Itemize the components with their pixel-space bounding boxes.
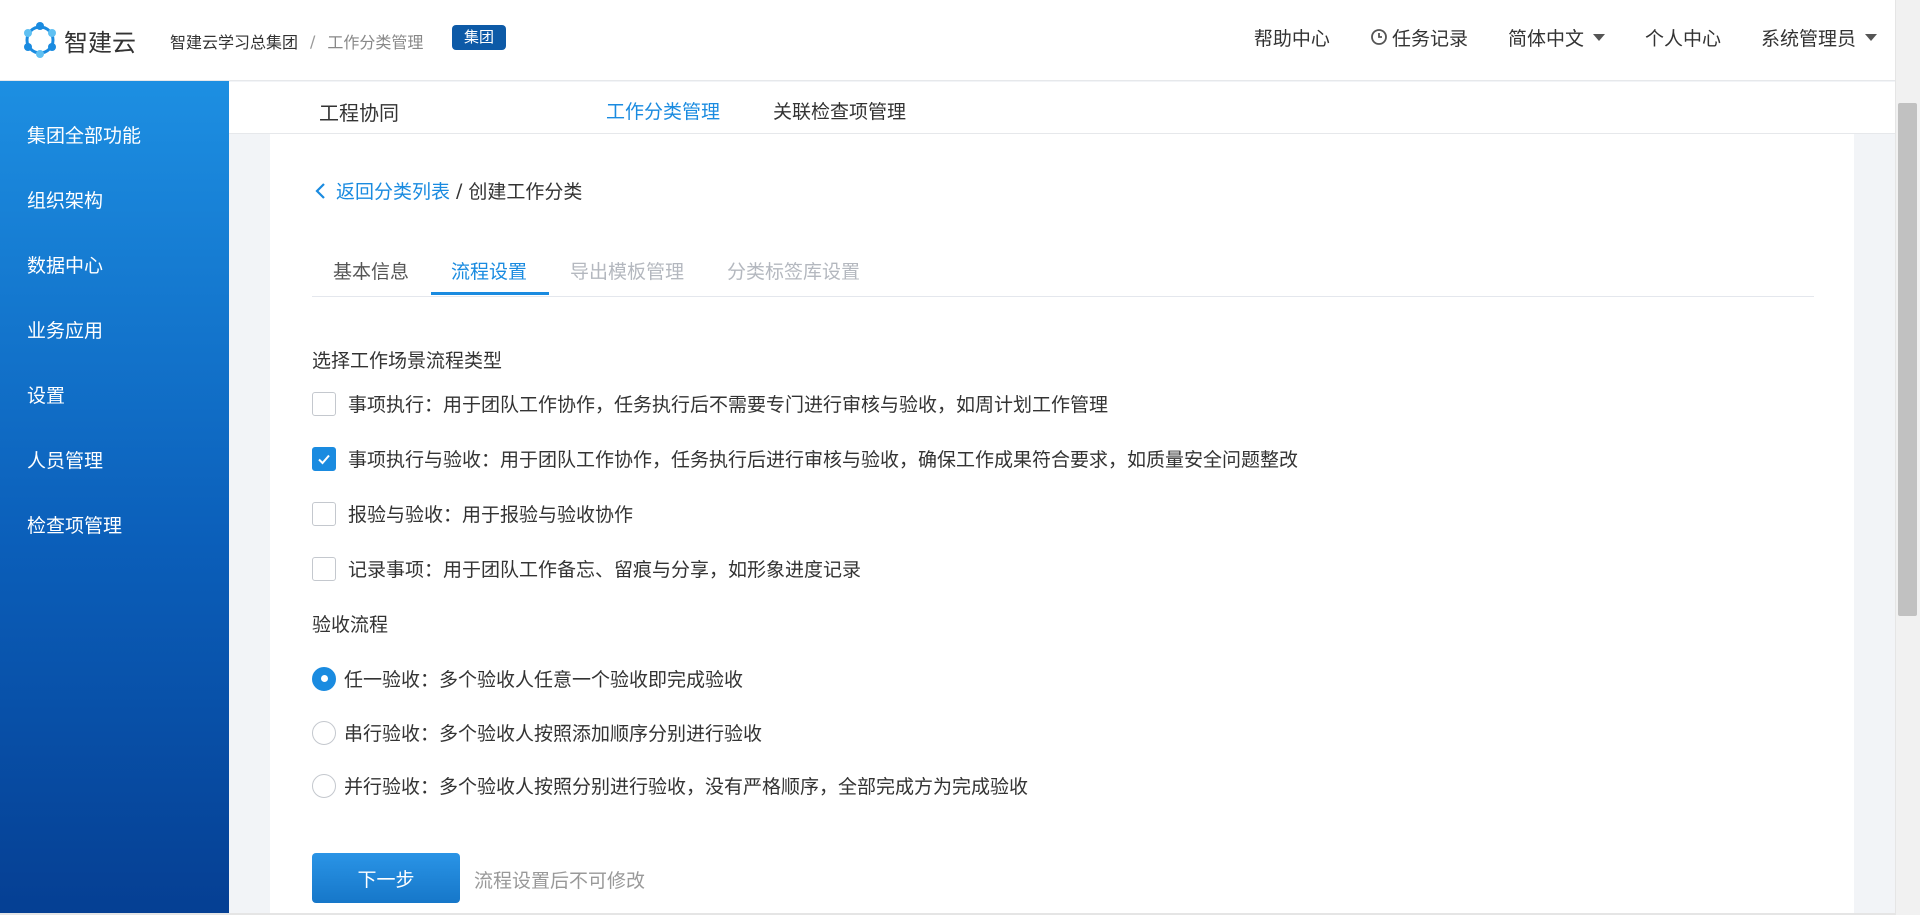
sidebar-item-all-functions[interactable]: 集团全部功能 xyxy=(27,121,141,148)
sidebar-item-business-apps[interactable]: 业务应用 xyxy=(27,316,103,343)
active-tab-indicator xyxy=(431,292,549,295)
header-breadcrumb: 智建云学习总集团 / 工作分类管理 xyxy=(170,29,423,53)
help-center-link[interactable]: 帮助中心 xyxy=(1254,24,1330,51)
chevron-left-icon[interactable] xyxy=(314,182,328,200)
flow-option-inspection[interactable]: 报验与验收：用于报验与验收协作 xyxy=(312,500,633,527)
flow-lock-hint: 流程设置后不可修改 xyxy=(474,870,646,892)
flow-option-record[interactable]: 记录事项：用于团队工作备忘、留痕与分享，如形象进度记录 xyxy=(312,555,861,582)
acceptance-option-parallel[interactable]: 并行验收：多个验收人按照分别进行验收，没有严格顺序，全部完成方为完成验收 xyxy=(312,772,1028,799)
task-records-link[interactable]: 任务记录 xyxy=(1370,24,1468,51)
checkmark-icon xyxy=(318,454,330,464)
tab-basic-info[interactable]: 基本信息 xyxy=(333,257,409,284)
sidebar-item-check-items[interactable]: 检查项管理 xyxy=(27,511,122,538)
sidebar-item-settings[interactable]: 设置 xyxy=(27,381,65,408)
app-logo[interactable]: 智建云 xyxy=(20,18,136,62)
radio[interactable] xyxy=(312,720,336,745)
logo-text: 智建云 xyxy=(64,28,136,57)
logo-icon xyxy=(24,22,56,58)
acceptance-option-serial[interactable]: 串行验收：多个验收人按照添加顺序分别进行验收 xyxy=(312,719,762,746)
group-badge: 集团 xyxy=(452,25,507,50)
chevron-down-icon xyxy=(1592,33,1605,41)
breadcrumb-page: 工作分类管理 xyxy=(327,33,424,52)
sidebar-item-personnel[interactable]: 人员管理 xyxy=(27,446,103,473)
checkbox-checked[interactable] xyxy=(312,446,336,471)
flow-type-label: 选择工作场景流程类型 xyxy=(312,350,503,372)
tab-flow-settings[interactable]: 流程设置 xyxy=(451,257,527,284)
back-to-list-link[interactable]: 返回分类列表 xyxy=(336,177,450,204)
radio[interactable] xyxy=(312,773,336,798)
page-scrollbar-thumb[interactable] xyxy=(1898,103,1917,616)
top-header: 智建云 智建云学习总集团 / 工作分类管理 集团 帮助中心 任务记录 简体中文 … xyxy=(0,0,1895,81)
clock-icon xyxy=(1371,29,1387,45)
tab-tag-library[interactable]: 分类标签库设置 xyxy=(727,257,860,284)
tab-export-templates[interactable]: 导出模板管理 xyxy=(570,257,684,284)
language-dropdown[interactable]: 简体中文 xyxy=(1508,24,1605,51)
radio-selected[interactable] xyxy=(312,666,336,691)
flow-option-execution[interactable]: 事项执行：用于团队工作协作，任务执行后不需要专门进行审核与验收，如周计划工作管理 xyxy=(312,390,1108,417)
tab-bar: 基本信息 流程设置 导出模板管理 分类标签库设置 xyxy=(312,253,1814,297)
acceptance-option-any[interactable]: 任一验收：多个验收人任意一个验收即完成验收 xyxy=(312,665,743,692)
sidebar-item-data-center[interactable]: 数据中心 xyxy=(27,251,103,278)
page-breadcrumb: 返回分类列表 / 创建工作分类 xyxy=(314,177,582,204)
next-step-button[interactable]: 下一步 xyxy=(312,853,460,903)
chevron-down-icon xyxy=(1865,33,1877,41)
subnav-title: 工程协同 xyxy=(319,101,399,125)
user-menu-dropdown[interactable]: 系统管理员 xyxy=(1761,24,1877,51)
checkbox[interactable] xyxy=(312,556,336,581)
checkbox[interactable] xyxy=(312,391,336,416)
sub-navigation: 工程协同 工作分类管理 关联检查项管理 xyxy=(229,82,1895,134)
header-nav: 帮助中心 任务记录 简体中文 个人中心 系统管理员 xyxy=(1214,0,1895,74)
sidebar: 集团全部功能 组织架构 数据中心 业务应用 设置 人员管理 检查项管理 xyxy=(0,81,229,915)
checkbox[interactable] xyxy=(312,501,336,526)
subnav-check-items[interactable]: 关联检查项管理 xyxy=(773,97,906,124)
breadcrumb-separator: / xyxy=(310,31,316,51)
personal-center-link[interactable]: 个人中心 xyxy=(1645,24,1721,51)
flow-option-execution-acceptance[interactable]: 事项执行与验收：用于团队工作协作，任务执行后进行审核与验收，确保工作成果符合要求… xyxy=(312,445,1298,472)
breadcrumb-separator: / xyxy=(456,179,463,202)
subnav-work-category[interactable]: 工作分类管理 xyxy=(606,97,720,124)
breadcrumb-group[interactable]: 智建云学习总集团 xyxy=(170,29,298,53)
acceptance-flow-label: 验收流程 xyxy=(312,614,389,636)
sidebar-item-organization[interactable]: 组织架构 xyxy=(27,186,103,213)
page-title: 创建工作分类 xyxy=(468,181,583,203)
